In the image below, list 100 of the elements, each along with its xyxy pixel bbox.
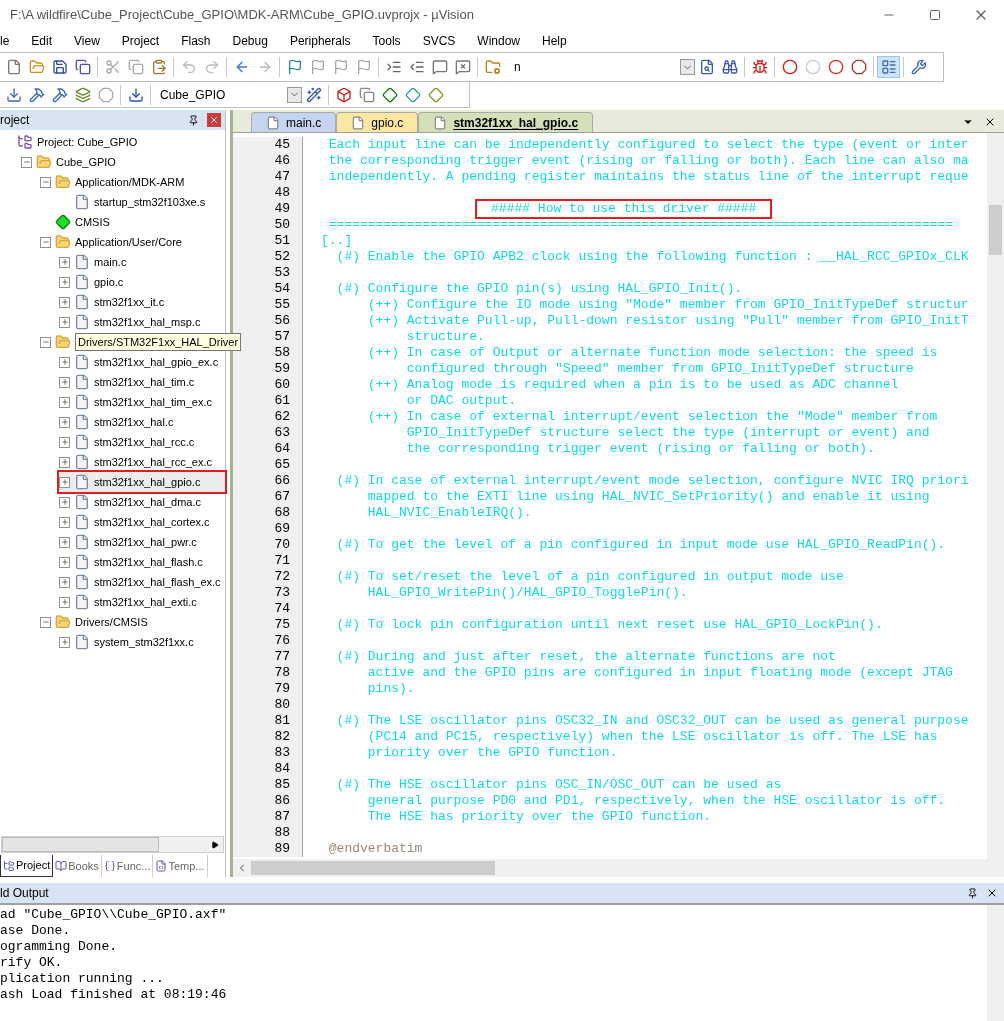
editor-tab[interactable]: gpio.c (336, 112, 419, 132)
file-icon (74, 294, 90, 310)
menu-item[interactable]: View (63, 32, 111, 50)
line-number: 88 (274, 825, 290, 840)
tree-item[interactable]: stm32f1xx_hal_cortex.c (94, 513, 210, 531)
editor-tab[interactable]: stm32f1xx_hal_gpio.c (418, 112, 594, 132)
expand-toggle[interactable] (59, 296, 70, 308)
scroll-right-icon[interactable] (210, 840, 219, 849)
expand-toggle[interactable] (59, 436, 70, 448)
tree-item[interactable]: stm32f1xx_hal_dma.c (94, 493, 201, 511)
panel-title: roject (0, 112, 30, 129)
expand-toggle[interactable] (59, 476, 70, 488)
collapse-toggle[interactable] (40, 236, 51, 248)
close-icon[interactable] (986, 887, 998, 899)
code-line: (#) To set/reset the level of a pin configured in output mode use (335, 569, 844, 584)
vertical-scrollbar[interactable] (987, 905, 1004, 1021)
file-icon (74, 354, 90, 370)
tree-item[interactable]: stm32f1xx_hal_rcc.c (94, 433, 195, 451)
collapse-toggle[interactable] (21, 156, 32, 168)
tree-item[interactable]: Drivers/CMSIS (75, 613, 148, 631)
tree-item[interactable]: system_stm32f1xx.c (94, 633, 194, 651)
tree-item[interactable]: stm32f1xx_hal_exti.c (94, 593, 197, 611)
collapse-toggle[interactable] (40, 336, 51, 348)
tree-item[interactable]: startup_stm32f103xe.s (94, 193, 206, 211)
panel-tab[interactable]: Func... (101, 855, 154, 877)
file-icon (74, 514, 90, 530)
menu-item[interactable]: Tools (361, 32, 412, 50)
cut-icon (104, 59, 121, 75)
tree-item[interactable]: stm32f1xx_it.c (94, 293, 165, 311)
menu-item[interactable]: Peripherals (278, 32, 362, 50)
expand-toggle[interactable] (59, 516, 70, 528)
menu-item[interactable]: Debug (221, 32, 279, 50)
pin-icon[interactable] (188, 114, 199, 126)
pin-icon[interactable] (967, 887, 978, 899)
tree-item[interactable]: Application/MDK-ARM (75, 173, 185, 191)
circles-icon (827, 59, 844, 75)
menu-item[interactable]: Edit (20, 32, 64, 50)
line-number: 72 (274, 569, 290, 584)
expand-toggle[interactable] (59, 456, 70, 468)
expand-toggle[interactable] (59, 396, 70, 408)
line-number: 68 (274, 505, 290, 520)
panel-tab[interactable]: Temp... (153, 855, 208, 877)
expand-toggle[interactable] (59, 316, 70, 328)
tree-item[interactable]: Application/User/Core (75, 233, 182, 251)
editor-tab[interactable]: main.c (251, 112, 337, 132)
tree-item[interactable]: stm32f1xx_hal_msp.c (94, 313, 201, 331)
expand-toggle[interactable] (59, 356, 70, 368)
line-number: 62 (274, 409, 290, 424)
menu-item[interactable]: Flash (170, 32, 222, 50)
collapse-toggle[interactable] (40, 616, 51, 628)
plus-icon (60, 318, 69, 326)
collapse-toggle[interactable] (40, 176, 51, 188)
plus-icon (60, 438, 69, 446)
tree-item[interactable]: stm32f1xx_hal_tim.c (94, 373, 195, 391)
rebuild-icon (51, 86, 68, 103)
expand-toggle[interactable] (59, 556, 70, 568)
expand-toggle[interactable] (59, 376, 70, 388)
plus-icon (60, 298, 69, 306)
tree-item[interactable]: stm32f1xx_hal_tim_ex.c (94, 393, 212, 411)
file-icon (74, 274, 90, 290)
code-line: the corresponding trigger event (rising or falling or both). Each line can also ma (327, 153, 969, 168)
horizontal-scrollbar[interactable] (1, 836, 224, 853)
expand-toggle[interactable] (59, 576, 70, 588)
code-line: or DAC output. (405, 393, 517, 408)
expand-toggle[interactable] (59, 256, 70, 268)
tree-item[interactable]: stm32f1xx_hal_pwr.c (94, 533, 197, 551)
vertical-scrollbar[interactable] (987, 133, 1004, 859)
tree-item[interactable]: stm32f1xx_hal.c (94, 413, 174, 431)
menu-item[interactable]: le (0, 32, 21, 50)
tree-item[interactable]: Cube_GPIO (56, 153, 116, 171)
close-icon[interactable] (984, 116, 996, 128)
window-layout-button[interactable] (877, 56, 900, 78)
menu-item[interactable]: Help (531, 32, 578, 50)
build-icon (28, 86, 45, 103)
target-select[interactable]: Cube_GPIO (156, 84, 302, 105)
output-line: ase Done. (0, 923, 71, 939)
panel-tab[interactable]: Project (0, 855, 54, 877)
menu-item[interactable]: Window (466, 32, 531, 50)
tree-item[interactable]: stm32f1xx_hal_gpio_ex.c (94, 353, 219, 371)
find-field[interactable]: n (510, 57, 695, 77)
expand-toggle[interactable] (59, 536, 70, 548)
expand-toggle[interactable] (59, 416, 70, 428)
tree-item[interactable]: stm32f1xx_hal_flash_ex.c (94, 573, 221, 591)
expand-toggle[interactable] (59, 276, 70, 288)
tree-item[interactable]: main.c (94, 253, 127, 271)
tree-item[interactable]: Project: Cube_GPIO (37, 133, 138, 151)
expand-toggle[interactable] (59, 636, 70, 648)
expand-toggle[interactable] (59, 496, 70, 508)
close-button[interactable] (207, 113, 221, 127)
file-icon (74, 314, 90, 330)
menu-item[interactable]: Project (110, 32, 171, 50)
code-line: HAL_GPIO_WritePin()/HAL_GPIO_TogglePin(). (366, 585, 688, 600)
tree-item[interactable]: gpio.c (94, 273, 124, 291)
panel-tab[interactable]: Books (53, 855, 102, 877)
tree-item[interactable]: stm32f1xx_hal_flash.c (94, 553, 203, 571)
menu-item[interactable]: SVCS (411, 32, 467, 50)
expand-toggle[interactable] (59, 596, 70, 608)
tree-item[interactable]: stm32f1xx_hal_rcc_ex.c (94, 453, 212, 471)
horizontal-scrollbar[interactable] (233, 859, 1004, 877)
tree-item[interactable]: CMSIS (75, 213, 110, 231)
